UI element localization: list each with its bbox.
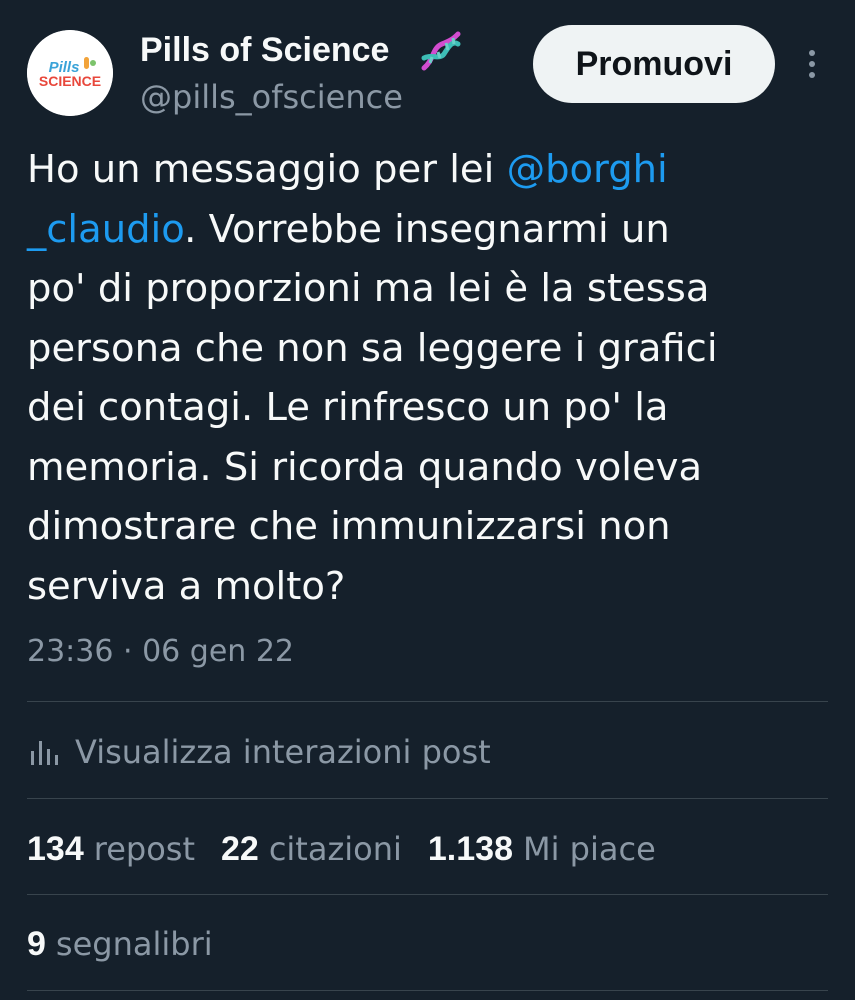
stat-label: Mi piace (522, 829, 656, 868)
divider (27, 894, 828, 895)
stat-number: 9 (27, 924, 46, 963)
stat-label: citazioni (268, 829, 402, 868)
divider (27, 701, 828, 702)
divider (27, 798, 828, 799)
stat-label: repost (93, 829, 195, 868)
stat-bookmarks[interactable]: 9 segnalibri (27, 925, 213, 964)
post-header: Pills SCIENCE Pills of Science @pills_of… (0, 0, 855, 130)
dna-icon (418, 30, 464, 74)
more-vertical-icon[interactable] (800, 46, 824, 82)
divider (27, 990, 828, 991)
post-text: Ho un messaggio per lei @borghi _claudio… (27, 140, 827, 616)
display-name[interactable]: Pills of Science (140, 28, 389, 72)
user-handle[interactable]: @pills_ofscience (140, 76, 403, 118)
pills-of-science-logo: Pills SCIENCE (27, 30, 113, 116)
bar-chart-icon (31, 741, 58, 765)
post-timestamp[interactable]: 23:36 · 06 gen 22 (27, 630, 294, 674)
stat-number: 134 (27, 829, 84, 868)
avatar[interactable]: Pills SCIENCE (27, 30, 113, 116)
stat-label: segnalibri (55, 924, 213, 963)
post-text-start: Ho un messaggio per lei (27, 147, 507, 192)
stat-number: 1.138 (427, 829, 513, 868)
promote-button[interactable]: Promuovi (533, 25, 775, 103)
engagement-stats: 134 repost 22 citazioni 1.138 Mi piace (27, 825, 682, 873)
view-post-engagements[interactable]: Visualizza interazioni post (27, 728, 491, 776)
logo-text-bottom: SCIENCE (39, 73, 101, 89)
post-text-end: . Vorrebbe insegnarmi un po' di proporzi… (27, 206, 718, 609)
stat-number: 22 (220, 829, 259, 868)
bookmark-stats: 9 segnalibri (27, 920, 239, 968)
stat-quotes[interactable]: 22 citazioni (221, 830, 402, 869)
stat-likes[interactable]: 1.138 Mi piace (428, 830, 656, 869)
view-post-engagements-label: Visualizza interazioni post (75, 733, 491, 771)
stat-reposts[interactable]: 134 repost (27, 830, 195, 869)
